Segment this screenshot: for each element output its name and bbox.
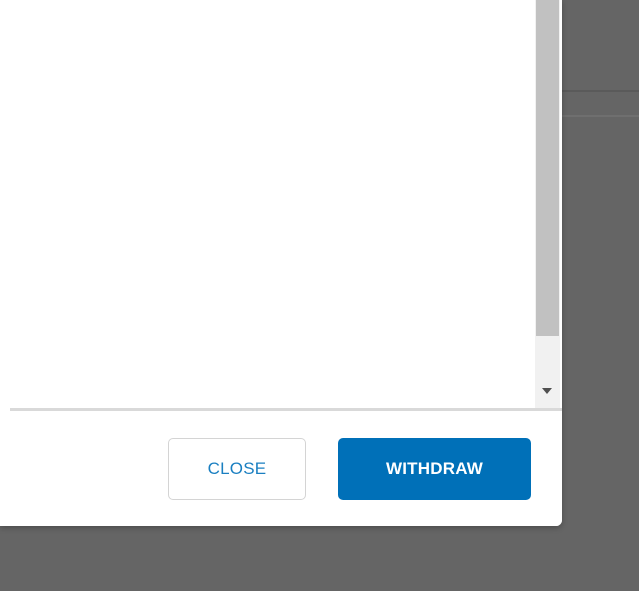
- caret-down-icon: [542, 388, 552, 394]
- scrollbar-thumb[interactable]: [536, 0, 559, 336]
- dialog-footer: CLOSE WITHDRAW: [0, 411, 562, 526]
- withdraw-button[interactable]: WITHDRAW: [338, 438, 531, 500]
- close-button[interactable]: CLOSE: [168, 438, 306, 500]
- backdrop-divider: [562, 90, 639, 92]
- withdraw-dialog: CLOSE WITHDRAW: [0, 0, 562, 526]
- backdrop-divider-2: [562, 115, 639, 117]
- dialog-body: [0, 0, 562, 408]
- scroll-down-arrow-icon[interactable]: [540, 384, 554, 398]
